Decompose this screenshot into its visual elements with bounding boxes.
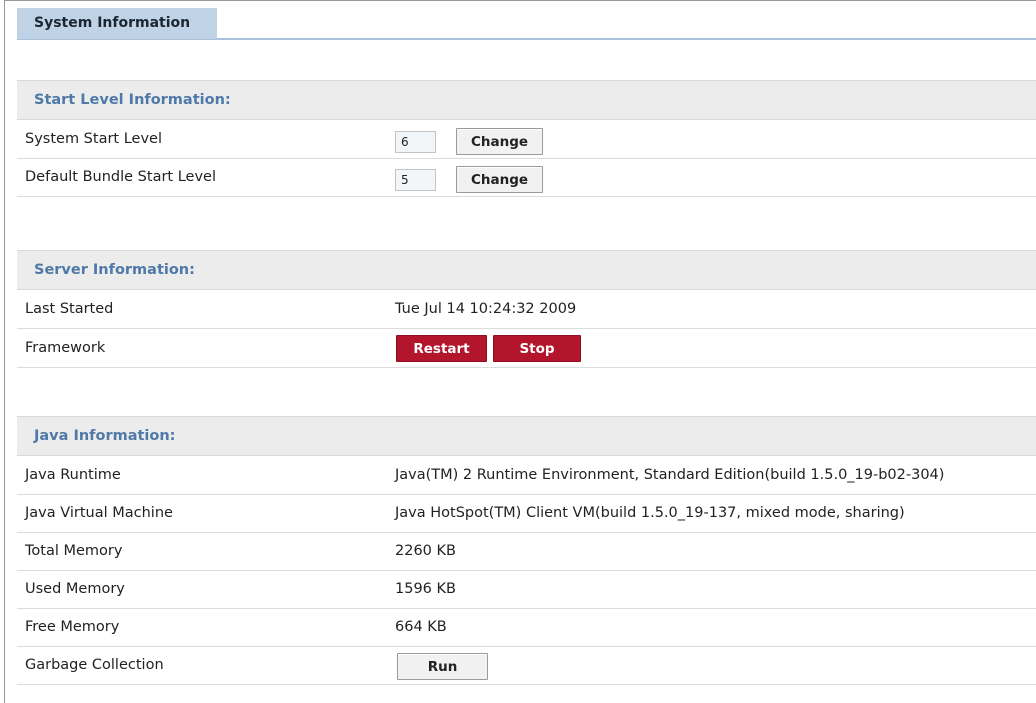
row-used-memory: Used Memory 1596 KB [17,571,1036,609]
system-start-level-input[interactable] [395,131,436,153]
restart-button[interactable]: Restart [396,335,487,362]
last-started-label: Last Started [25,301,114,317]
garbage-collection-label: Garbage Collection [25,657,164,673]
row-java-runtime: Java Runtime Java(TM) 2 Runtime Environm… [17,457,1036,495]
section-header-server: Server Information: [17,250,1036,290]
last-started-value: Tue Jul 14 10:24:32 2009 [395,301,577,317]
tab-system-information[interactable]: System Information [17,8,217,39]
used-memory-value: 1596 KB [395,581,456,597]
java-vm-value: Java HotSpot(TM) Client VM(build 1.5.0_1… [395,505,905,521]
java-runtime-value: Java(TM) 2 Runtime Environment, Standard… [395,467,945,483]
row-free-memory: Free Memory 664 KB [17,609,1036,647]
total-memory-label: Total Memory [25,543,123,559]
default-bundle-start-level-label: Default Bundle Start Level [25,169,216,185]
free-memory-label: Free Memory [25,619,120,635]
free-memory-value: 664 KB [395,619,447,635]
java-runtime-label: Java Runtime [25,467,121,483]
system-start-level-label: System Start Level [25,131,162,147]
row-system-start-level: System Start Level Change [17,121,1036,159]
used-memory-label: Used Memory [25,581,125,597]
row-default-bundle-start-level: Default Bundle Start Level Change [17,159,1036,197]
section-header-start-level: Start Level Information: [17,80,1036,120]
row-total-memory: Total Memory 2260 KB [17,533,1036,571]
java-vm-label: Java Virtual Machine [25,505,173,521]
row-last-started: Last Started Tue Jul 14 10:24:32 2009 [17,291,1036,329]
stop-button[interactable]: Stop [493,335,581,362]
garbage-collection-run-button[interactable]: Run [397,653,488,680]
row-java-vm: Java Virtual Machine Java HotSpot(TM) Cl… [17,495,1036,533]
section-header-java: Java Information: [17,416,1036,456]
framework-label: Framework [25,340,106,356]
total-memory-value: 2260 KB [395,543,456,559]
system-start-level-change-button[interactable]: Change [456,128,543,155]
default-bundle-start-level-change-button[interactable]: Change [456,166,543,193]
tab-bar: System Information [17,8,1036,40]
row-garbage-collection: Garbage Collection Run [17,647,1036,685]
default-bundle-start-level-input[interactable] [395,169,436,191]
row-framework: Framework Restart Stop [17,330,1036,368]
